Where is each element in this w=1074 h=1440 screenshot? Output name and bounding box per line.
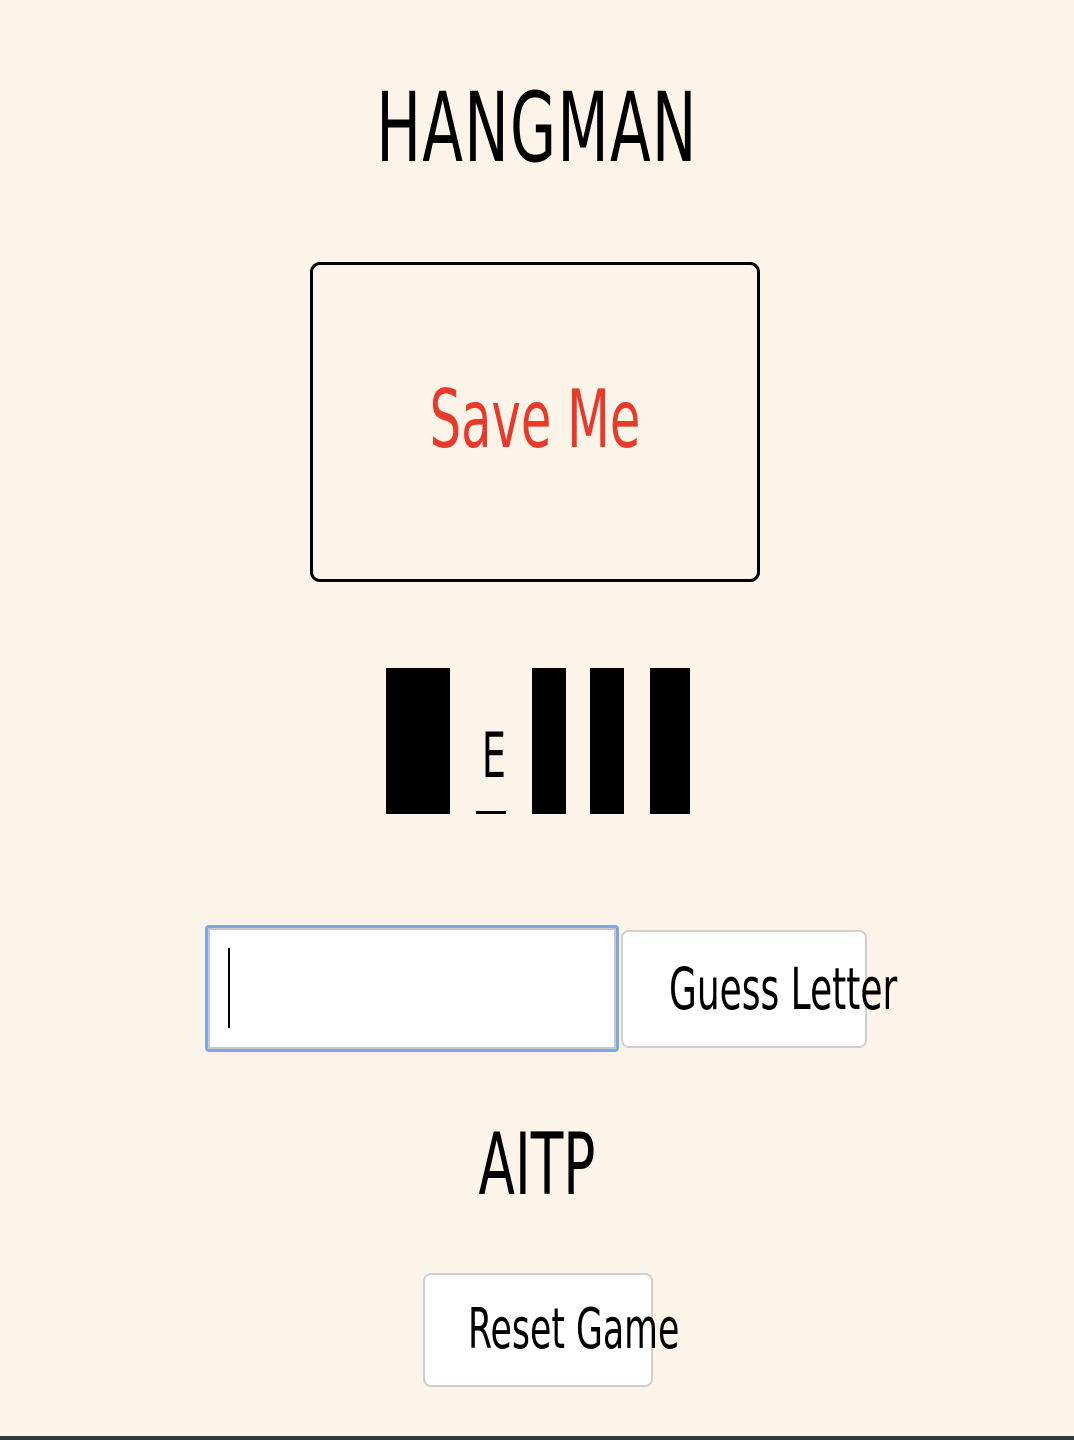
bottom-edge: [0, 1436, 1074, 1440]
guess-letter-label: Guess Letter: [668, 955, 898, 1023]
word-slot-hidden: [650, 668, 690, 814]
panel-message: Save Me: [429, 373, 641, 466]
hangman-panel: Save Me: [310, 262, 760, 582]
guess-letter-input[interactable]: [205, 925, 619, 1052]
reset-game-label: Reset Game: [467, 1297, 680, 1362]
word-slot-hidden: [386, 668, 450, 814]
guessed-letters: AITP: [478, 1115, 596, 1215]
word-slot-hidden: [532, 668, 566, 814]
word-slot-hidden: [590, 668, 624, 814]
game-title: HANGMAN: [376, 72, 698, 184]
revealed-letter: E: [481, 719, 506, 792]
guess-letter-button[interactable]: Guess Letter: [621, 930, 898, 1048]
word-slot-revealed: E: [476, 668, 506, 814]
reset-game-button[interactable]: Reset Game: [423, 1273, 680, 1387]
letter-underline: [476, 811, 506, 814]
text-caret: [228, 948, 230, 1028]
word-display: E: [0, 0, 1074, 1440]
